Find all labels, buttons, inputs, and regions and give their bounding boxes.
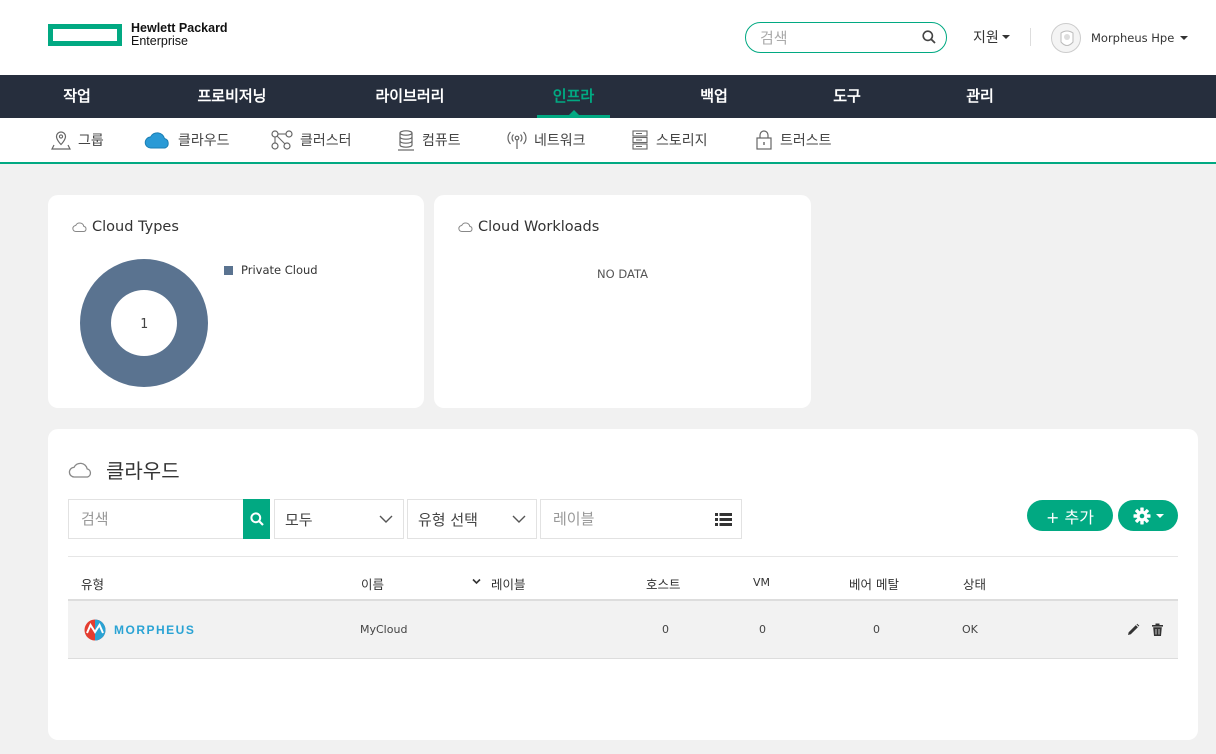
clouds-panel: 클라우드 모두 유형 선택 + 추가 bbox=[48, 429, 1198, 740]
active-indicator bbox=[568, 110, 579, 115]
nav-item-tools[interactable]: 도구 bbox=[818, 75, 876, 118]
cloud-type-logo: MORPHEUS bbox=[84, 619, 195, 641]
column-header-name[interactable]: 이름 bbox=[361, 574, 384, 593]
sort-desc-icon[interactable] bbox=[472, 578, 481, 585]
avatar[interactable] bbox=[1051, 23, 1081, 53]
caret-down-icon bbox=[1155, 513, 1164, 518]
cloud-types-donut-chart: 1 bbox=[80, 259, 208, 387]
type-select-value: 유형 선택 bbox=[418, 510, 478, 529]
cloud-workloads-card: Cloud Workloads NO DATA bbox=[434, 195, 811, 408]
column-header-status[interactable]: 상태 bbox=[963, 574, 986, 593]
cloud-icon bbox=[144, 132, 169, 149]
search-icon bbox=[249, 512, 264, 526]
cloud-outline-icon bbox=[72, 222, 87, 232]
top-header: Hewlett Packard Enterprise 지원 Morpheus H… bbox=[0, 0, 1216, 75]
subnav-label: 그룹 bbox=[78, 133, 104, 149]
nav-item-infrastructure[interactable]: 인프라 bbox=[537, 75, 610, 118]
user-avatar-icon bbox=[1060, 30, 1074, 46]
no-data-text: NO DATA bbox=[597, 267, 648, 281]
nav-item-operations[interactable]: 작업 bbox=[46, 75, 108, 118]
global-search[interactable] bbox=[745, 22, 947, 53]
subnav-item-clusters[interactable]: 클러스터 bbox=[270, 128, 352, 152]
scope-select[interactable]: 모두 bbox=[274, 499, 404, 539]
main-nav: 작업 프로비저닝 라이브러리 인프라 백업 도구 관리 bbox=[0, 75, 1216, 118]
subnav-label: 컴퓨트 bbox=[422, 133, 461, 149]
support-menu[interactable]: 지원 bbox=[973, 27, 1010, 47]
logo-line-2: Enterprise bbox=[131, 34, 188, 48]
database-icon bbox=[398, 130, 414, 151]
card-title: Cloud Workloads bbox=[478, 219, 600, 235]
scope-select-value: 모두 bbox=[285, 510, 313, 529]
type-select[interactable]: 유형 선택 bbox=[407, 499, 537, 539]
label-filter-field[interactable] bbox=[540, 499, 742, 539]
trash-icon[interactable] bbox=[1151, 623, 1164, 637]
cloud-outline-icon bbox=[458, 222, 473, 232]
add-cloud-button[interactable]: + 추가 bbox=[1027, 500, 1113, 531]
cluster-icon bbox=[271, 130, 293, 150]
subnav-item-storage[interactable]: 스토리지 bbox=[630, 128, 708, 152]
user-name: Morpheus Hpe bbox=[1091, 31, 1175, 45]
server-icon bbox=[632, 130, 648, 150]
subnav-item-compute[interactable]: 컴퓨트 bbox=[396, 128, 461, 152]
cloud-types-card: Cloud Types 1 Private Cloud bbox=[48, 195, 424, 408]
map-pin-icon bbox=[51, 131, 71, 150]
page-title: 클라우드 bbox=[106, 459, 180, 483]
nav-item-backups[interactable]: 백업 bbox=[685, 75, 743, 118]
subnav-label: 스토리지 bbox=[656, 133, 708, 149]
gear-icon bbox=[1133, 507, 1150, 524]
subnav-label: 트러스트 bbox=[780, 133, 832, 149]
column-header-labels[interactable]: 레이블 bbox=[491, 574, 526, 593]
column-header-bare-metal[interactable]: 베어 메탈 bbox=[849, 574, 899, 593]
cloud-search-input[interactable] bbox=[81, 510, 243, 528]
cloud-search-field[interactable] bbox=[68, 499, 244, 539]
subnav-label: 클라우드 bbox=[178, 133, 230, 149]
label-filter-input[interactable] bbox=[553, 510, 713, 528]
edit-icon[interactable] bbox=[1126, 623, 1140, 637]
cloud-hosts: 0 bbox=[662, 623, 669, 636]
morpheus-logo-icon bbox=[84, 619, 106, 641]
legend-label: Private Cloud bbox=[241, 263, 318, 277]
column-header-vms[interactable]: VM bbox=[753, 576, 770, 589]
global-search-input[interactable] bbox=[760, 28, 910, 47]
chevron-down-icon bbox=[379, 515, 393, 523]
table-header: 유형 이름 레이블 호스트 VM 베어 메탈 상태 bbox=[68, 556, 1178, 601]
list-icon[interactable] bbox=[715, 513, 732, 526]
subnav-item-trust[interactable]: 트러스트 bbox=[754, 128, 832, 152]
donut-center-label: 1 bbox=[140, 317, 148, 332]
cloud-type-name: MORPHEUS bbox=[114, 623, 196, 637]
support-label: 지원 bbox=[973, 30, 999, 46]
settings-menu-button[interactable] bbox=[1118, 500, 1178, 531]
cloud-name-link[interactable]: MyCloud bbox=[360, 623, 407, 636]
hpe-logo-mark bbox=[48, 24, 122, 46]
lock-icon bbox=[756, 130, 772, 150]
user-menu[interactable]: Morpheus Hpe bbox=[1091, 31, 1189, 45]
subnav-label: 네트워크 bbox=[534, 133, 586, 149]
search-icon[interactable] bbox=[922, 30, 936, 44]
subnav-label: 클러스터 bbox=[300, 133, 352, 149]
subnav-item-groups[interactable]: 그룹 bbox=[50, 128, 104, 152]
subnav-item-network[interactable]: 네트워크 bbox=[506, 128, 586, 152]
nav-item-provisioning[interactable]: 프로비저닝 bbox=[185, 75, 279, 118]
nav-item-library[interactable]: 라이브러리 bbox=[362, 75, 458, 118]
cloud-bare-metal: 0 bbox=[873, 623, 880, 636]
chevron-down-icon bbox=[512, 515, 526, 523]
cloud-vms: 0 bbox=[759, 623, 766, 636]
search-button[interactable] bbox=[243, 499, 270, 539]
caret-down-icon bbox=[1180, 36, 1189, 40]
column-header-hosts[interactable]: 호스트 bbox=[646, 574, 681, 593]
column-header-type[interactable]: 유형 bbox=[81, 574, 104, 593]
nav-item-administration[interactable]: 관리 bbox=[951, 75, 1009, 118]
caret-down-icon bbox=[1001, 35, 1010, 39]
status-badge: OK bbox=[962, 623, 978, 636]
cloud-outline-icon bbox=[68, 462, 92, 478]
sub-nav: 그룹 클라우드 클러스터 컴퓨트 네트워크 스토리지 트러스트 bbox=[0, 118, 1216, 164]
legend-swatch bbox=[224, 265, 233, 275]
table-row[interactable]: MORPHEUS MyCloud 0 0 0 OK bbox=[68, 601, 1178, 659]
chart-legend: Private Cloud bbox=[224, 263, 318, 277]
antenna-icon bbox=[507, 131, 527, 149]
hpe-logo[interactable]: Hewlett Packard Enterprise bbox=[48, 22, 228, 48]
card-title: Cloud Types bbox=[92, 219, 179, 235]
subnav-item-clouds[interactable]: 클라우드 bbox=[144, 128, 230, 152]
header-divider bbox=[1030, 28, 1031, 46]
